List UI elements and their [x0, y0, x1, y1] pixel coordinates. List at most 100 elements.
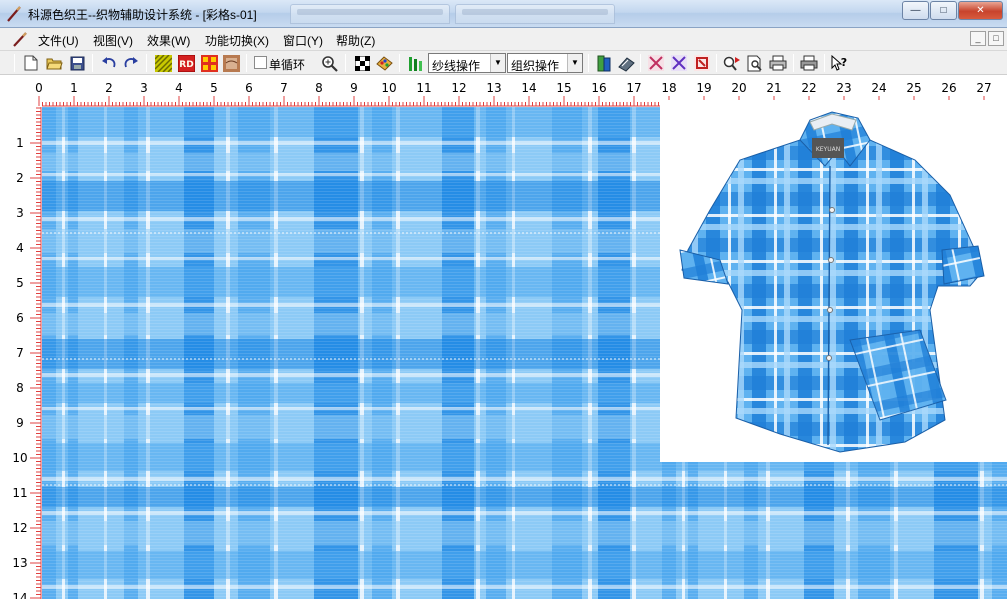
ruler-top-label: 16: [591, 81, 606, 95]
yarn-operation-value: 纱线操作: [432, 59, 481, 73]
mdi-minimize-button[interactable]: _: [970, 31, 986, 46]
pattern-c-icon[interactable]: [693, 54, 711, 72]
ruler-left-label: 11: [12, 486, 27, 500]
menu-file[interactable]: 文件(U): [38, 32, 79, 49]
ruler-top-label: 26: [941, 81, 956, 95]
rd-label: RD: [179, 60, 193, 70]
weave-texture-icon[interactable]: [154, 54, 172, 72]
ruler-top-label: 1: [70, 81, 78, 95]
checker-icon[interactable]: [353, 54, 371, 72]
toolbar: RD 单循环 纱线操作 ▼ 组织操作 ▼ ?: [0, 51, 1007, 75]
ruler-top-label: 24: [871, 81, 886, 95]
toolbar-separator: [14, 54, 15, 72]
ruler-left-label: 8: [16, 381, 24, 395]
background-window-tab: [455, 4, 615, 24]
menu-bar: 文件(U) 视图(V) 效果(W) 功能切换(X) 窗口(Y) 帮助(Z) _ …: [0, 28, 1007, 51]
ruler-top-label: 2: [105, 81, 113, 95]
close-button[interactable]: ✕: [958, 1, 1003, 20]
loom-icon[interactable]: [617, 54, 635, 72]
ruler-top-label: 15: [556, 81, 571, 95]
shirt-label: KEYUAN: [816, 146, 840, 153]
ruler-top-label: 21: [766, 81, 781, 95]
title-bar: 科源色织王--织物辅助设计系统 - [彩格s-01] — □ ✕: [0, 0, 1007, 28]
ruler-top-label: 23: [836, 81, 851, 95]
printer-icon[interactable]: [800, 54, 818, 72]
toolbar-separator: [399, 54, 400, 72]
new-icon[interactable]: [22, 54, 40, 72]
toolbar-separator: [824, 54, 825, 72]
document-pen-icon[interactable]: [11, 31, 29, 48]
ruler-left-label: 7: [16, 346, 24, 360]
weave-operation-value: 组织操作: [511, 59, 560, 73]
mdi-restore-button[interactable]: □: [988, 31, 1004, 46]
yarn-icon[interactable]: [406, 54, 424, 72]
ruler-top-label: 22: [801, 81, 816, 95]
ruler-left-label: 9: [16, 416, 24, 430]
vertical-ruler: 1234567891011121314: [0, 107, 42, 599]
toolbar-separator: [793, 54, 794, 72]
menu-function-switch[interactable]: 功能切换(X): [205, 32, 269, 49]
ruler-left-label: 13: [12, 556, 27, 570]
open-icon[interactable]: [45, 54, 63, 72]
ruler-top-label: 0: [35, 81, 43, 95]
menu-view[interactable]: 视图(V): [93, 32, 133, 49]
menu-window[interactable]: 窗口(Y): [283, 32, 323, 49]
toolbar-separator: [92, 54, 93, 72]
zoom-icon[interactable]: [320, 54, 338, 72]
color-swap-icon[interactable]: [723, 54, 741, 72]
ruler-top-label: 10: [381, 81, 396, 95]
ruler-top-label: 5: [210, 81, 218, 95]
dropdown-arrow-icon: ▼: [490, 54, 505, 72]
ruler-top-label: 27: [976, 81, 991, 95]
single-cycle-label: 单循环: [269, 58, 306, 72]
save-icon[interactable]: [68, 54, 86, 72]
shirt-preview: KEYUAN: [660, 100, 1007, 462]
background-window-tab: [290, 4, 450, 24]
grid-color-icon[interactable]: [200, 54, 218, 72]
window-controls: — □ ✕: [901, 1, 1003, 21]
toolbar-separator: [640, 54, 641, 72]
ruler-left-label: 3: [16, 206, 24, 220]
palette-icon[interactable]: [375, 54, 393, 72]
single-cycle-checkbox[interactable]: [254, 56, 267, 69]
app-pen-icon: [7, 6, 21, 22]
rd-icon[interactable]: RD: [177, 54, 195, 72]
dropdown-arrow-icon: ▼: [567, 54, 582, 72]
toolbar-separator: [588, 54, 589, 72]
thread-tool-icon[interactable]: [595, 54, 613, 72]
pattern-a-icon[interactable]: [647, 54, 665, 72]
window-title: 科源色织王--织物辅助设计系统 - [彩格s-01]: [28, 8, 257, 22]
ruler-top-label: 18: [661, 81, 676, 95]
menu-help[interactable]: 帮助(Z): [336, 32, 375, 49]
ruler-left-label: 2: [16, 171, 24, 185]
redo-icon[interactable]: [122, 54, 140, 72]
help-cursor-icon[interactable]: ?: [831, 54, 849, 72]
ruler-top-label: 6: [245, 81, 253, 95]
toolbar-separator: [716, 54, 717, 72]
toolbar-separator: [246, 54, 247, 72]
minimize-button[interactable]: —: [902, 1, 929, 20]
toolbar-separator: [345, 54, 346, 72]
pattern-b-icon[interactable]: [670, 54, 688, 72]
ruler-left-label: 12: [12, 521, 27, 535]
print-preview-icon[interactable]: [746, 54, 764, 72]
undo-icon[interactable]: [100, 54, 118, 72]
ruler-top-label: 8: [315, 81, 323, 95]
ruler-left-label: 14: [12, 591, 27, 599]
ruler-top-label: 4: [175, 81, 183, 95]
ruler-left-label: 4: [16, 241, 24, 255]
svg-text:?: ?: [841, 56, 847, 69]
ruler-top-label: 17: [626, 81, 641, 95]
yarn-operation-dropdown[interactable]: 纱线操作 ▼: [428, 53, 506, 73]
ruler-left-label: 5: [16, 276, 24, 290]
print-icon[interactable]: [769, 54, 787, 72]
ruler-top-label: 25: [906, 81, 921, 95]
ruler-top-label: 12: [451, 81, 466, 95]
ruler-top-label: 9: [350, 81, 358, 95]
maximize-button[interactable]: □: [930, 1, 957, 20]
fabric-view-icon[interactable]: [222, 54, 240, 72]
ruler-left-label: 1: [16, 136, 24, 150]
weave-operation-dropdown[interactable]: 组织操作 ▼: [507, 53, 583, 73]
ruler-top-label: 3: [140, 81, 148, 95]
menu-effect[interactable]: 效果(W): [147, 32, 190, 49]
